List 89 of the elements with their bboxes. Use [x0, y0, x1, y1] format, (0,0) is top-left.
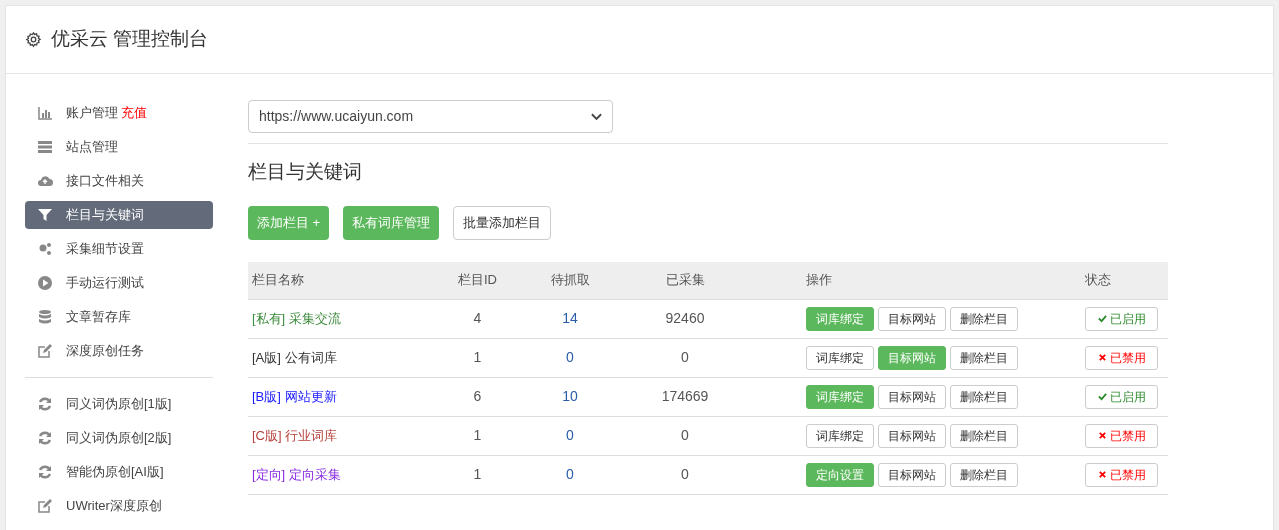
check-icon	[1097, 314, 1107, 323]
sidebar-item[interactable]: 深度原创任务	[25, 337, 213, 365]
table-cell-text: 0	[680, 348, 690, 367]
sidebar-item[interactable]: 接口文件相关	[25, 167, 213, 195]
table-cell-text: 14	[561, 309, 579, 328]
server-icon	[37, 139, 53, 155]
site-select[interactable]: https://www.ucaiyun.com	[248, 100, 613, 133]
sidebar-label: 同义词伪原创[1版]	[66, 395, 172, 414]
table-cell-text: 6	[472, 387, 483, 406]
table-cell-text: 0	[565, 426, 575, 445]
status-toggle[interactable]: 已启用	[1085, 306, 1158, 331]
sidebar-item[interactable]: 智能伪原创[AI版]	[25, 458, 213, 486]
sidebar-item[interactable]: 同义词伪原创[2版]	[25, 424, 213, 452]
sidebar-label: 手动运行测试	[66, 274, 144, 293]
sidebar-label: 接口文件相关	[66, 172, 144, 191]
sidebar-label: 同义词伪原创[2版]	[66, 429, 172, 448]
row-action-button[interactable]: 删除栏目	[950, 462, 1018, 487]
table-cell-text: 92460	[664, 309, 706, 328]
sidebar-item[interactable]: 采集细节设置	[25, 235, 213, 263]
refresh-icon	[37, 396, 53, 412]
row-action-button[interactable]: 目标网站	[878, 462, 946, 487]
row-action-button[interactable]: 目标网站	[878, 384, 946, 409]
sidebar-item[interactable]: 站点管理	[25, 133, 213, 161]
refresh-icon	[37, 464, 53, 480]
row-action-button[interactable]: 删除栏目	[950, 345, 1018, 370]
sidebar-label: 站点管理	[66, 138, 118, 157]
sidebar-item[interactable]: 文章暂存库	[25, 303, 213, 331]
cross-icon	[1097, 470, 1107, 479]
sidebar-item[interactable]: 栏目与关键词	[25, 201, 213, 229]
table-cell-text: 1	[472, 426, 483, 445]
cross-icon	[1097, 353, 1107, 362]
sidebar-label: 文章暂存库	[66, 308, 131, 327]
table-cell-text: 4	[472, 309, 483, 328]
filter-icon	[37, 207, 53, 223]
column-name-cell-text: [定向] 定向采集	[251, 465, 342, 484]
column-name-cell-text: [私有] 采集交流	[251, 309, 342, 328]
column-header: 待抓取	[549, 271, 591, 290]
sidebar-label: 账户管理	[66, 104, 118, 123]
sidebar-label: 栏目与关键词	[66, 206, 144, 225]
row-action-button[interactable]: 删除栏目	[950, 423, 1018, 448]
play-icon	[37, 275, 53, 291]
check-icon	[1097, 392, 1107, 401]
edit-icon	[37, 498, 53, 514]
table-cell-text: 0	[565, 348, 575, 367]
sidebar-item[interactable]: 手动运行测试	[25, 269, 213, 297]
table-cell-text: 174669	[660, 387, 710, 406]
status-toggle[interactable]: 已禁用	[1085, 423, 1158, 448]
column-header: 栏目ID	[457, 271, 498, 290]
edit-icon	[37, 343, 53, 359]
chevron-down-icon	[591, 112, 602, 121]
status-toggle[interactable]: 已禁用	[1085, 345, 1158, 370]
column-name-cell-text: [B版] 网站更新	[251, 387, 338, 406]
row-action-button[interactable]: 词库绑定	[806, 423, 874, 448]
row-action-button[interactable]: 删除栏目	[950, 306, 1018, 331]
database-icon	[37, 309, 53, 325]
sidebar-item[interactable]: UWriter深度原创	[25, 492, 213, 520]
table-cell-text: 0	[680, 465, 690, 484]
column-header: 栏目名称	[251, 271, 305, 290]
sidebar-label: UWriter深度原创	[66, 497, 162, 516]
row-action-button[interactable]: 目标网站	[878, 423, 946, 448]
table-cell-text: 0	[565, 465, 575, 484]
table-cell-text: 10	[561, 387, 579, 406]
settings-icon	[25, 31, 42, 48]
recharge-link[interactable]: 充值	[121, 103, 147, 123]
refresh-icon	[37, 430, 53, 446]
sidebar-item[interactable]: 同义词伪原创[1版]	[25, 390, 213, 418]
column-name-cell-text: [C版] 行业词库	[251, 426, 339, 445]
sidebar-label: 采集细节设置	[66, 240, 144, 259]
row-action-button[interactable]: 词库绑定	[806, 345, 874, 370]
app-title: 优采云 管理控制台	[51, 27, 209, 52]
row-action-button[interactable]: 目标网站	[878, 306, 946, 331]
table-cell-text: 1	[472, 348, 483, 367]
row-action-button[interactable]: 删除栏目	[950, 384, 1018, 409]
sidebar-item[interactable]: 账户管理 充值	[25, 99, 213, 127]
table-cell-text: 1	[472, 465, 483, 484]
status-toggle[interactable]: 已启用	[1085, 384, 1158, 409]
cross-icon	[1097, 431, 1107, 440]
column-header: 状态	[1084, 271, 1112, 290]
toolbar-button[interactable]: 批量添加栏目	[453, 205, 552, 240]
bar-chart-icon	[37, 105, 53, 121]
sidebar-label: 深度原创任务	[66, 342, 144, 361]
column-header: 已采集	[664, 271, 706, 290]
section-title: 栏目与关键词	[248, 160, 363, 184]
sidebar-label: 智能伪原创[AI版]	[66, 463, 164, 482]
column-header: 操作	[805, 271, 833, 290]
table-cell-text: 0	[680, 426, 690, 445]
status-toggle[interactable]: 已禁用	[1085, 462, 1158, 487]
column-name-cell-text: [A版] 公有词库	[251, 348, 338, 367]
cloud-upload-icon	[37, 173, 53, 189]
